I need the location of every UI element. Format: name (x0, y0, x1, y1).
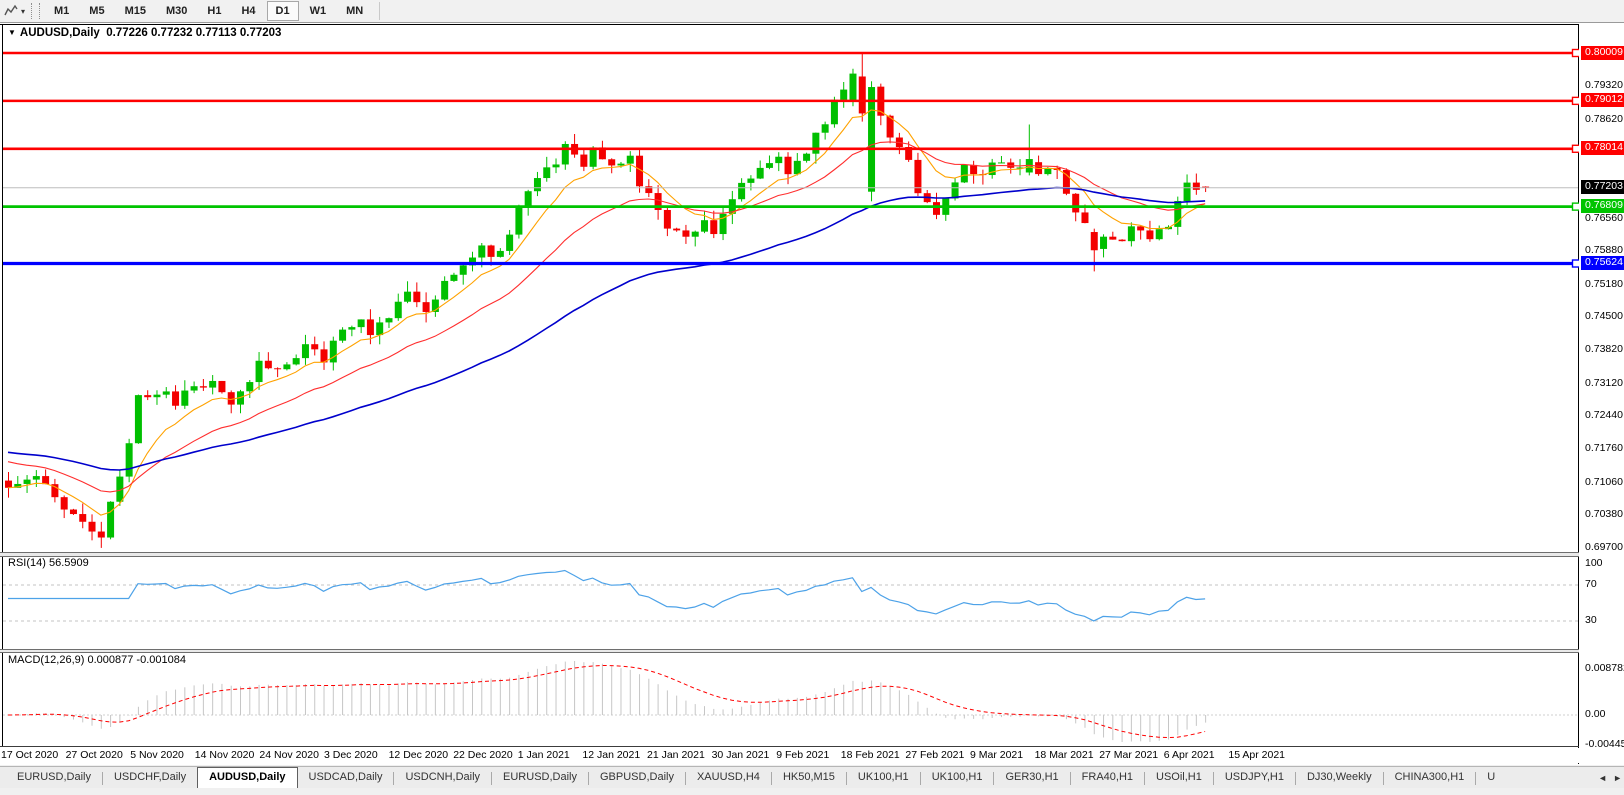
price-tick-label: 0.78620 (1585, 113, 1623, 126)
tab-overflow-partial[interactable]: U (1476, 767, 1495, 789)
tab-usdcad-daily[interactable]: USDCAD,Daily (298, 767, 394, 789)
price-tick-label: 0.71760 (1585, 442, 1623, 455)
tab-fra40-h1[interactable]: FRA40,H1 (1071, 767, 1144, 789)
date-label: 12 Dec 2020 (389, 749, 449, 761)
date-label: 9 Mar 2021 (970, 749, 1023, 761)
tab-hk50-m15[interactable]: HK50,M15 (772, 767, 846, 789)
tab-xauusd-h4[interactable]: XAUUSD,H4 (686, 767, 771, 789)
date-label: 6 Apr 2021 (1164, 749, 1215, 761)
chart-dropdown-icon[interactable]: ▼ (8, 28, 16, 37)
tab-dj30-weekly[interactable]: DJ30,Weekly (1296, 767, 1383, 789)
date-label: 14 Nov 2020 (195, 749, 255, 761)
timeframe-button-m15[interactable]: M15 (116, 1, 155, 21)
status-strip (0, 788, 1624, 795)
chart-plot-area[interactable] (3, 25, 1578, 769)
price-tick-label: 0.69700 (1585, 541, 1623, 554)
price-badge-resistance-line-price: 0.80009 (1581, 46, 1624, 60)
price-badge-current-price: 0.77203 (1581, 180, 1624, 194)
date-label: 18 Mar 2021 (1035, 749, 1094, 761)
chart-period-icon (3, 4, 19, 18)
tab-gbpusd-daily[interactable]: GBPUSD,Daily (589, 767, 685, 789)
main-toolbar: ▾ M1M5M15M30H1H4D1W1MN (0, 0, 1624, 23)
chart-window: ▼ AUDUSD,Daily 0.77226 0.77232 0.77113 0.… (0, 23, 1624, 765)
timeframe-button-m5[interactable]: M5 (80, 1, 113, 21)
timeframe-button-m30[interactable]: M30 (157, 1, 196, 21)
toolbar-separator (379, 2, 380, 20)
macd-scale-label: 0.00 (1585, 708, 1605, 721)
rsi-scale-label: 70 (1585, 578, 1597, 591)
price-tick-label: 0.75180 (1585, 278, 1623, 291)
date-label: 27 Feb 2021 (905, 749, 964, 761)
tab-scroll-right-icon[interactable]: ► (1613, 773, 1622, 783)
tab-eurusd-daily[interactable]: EURUSD,Daily (492, 767, 588, 789)
price-badge-support-line-price: 0.75624 (1581, 256, 1624, 270)
price-tick-label: 0.76560 (1585, 212, 1623, 225)
price-tick-label: 0.72440 (1585, 409, 1623, 422)
date-label: 3 Dec 2020 (324, 749, 378, 761)
price-badge-resistance-line-price: 0.78014 (1581, 141, 1624, 155)
date-label: 24 Nov 2020 (259, 749, 319, 761)
tab-china300-h1[interactable]: CHINA300,H1 (1384, 767, 1476, 789)
chart-ohlc-values: 0.77226 0.77232 0.77113 0.77203 (106, 27, 281, 39)
rsi-scale-label: 30 (1585, 614, 1597, 627)
rsi-scale-label: 100 (1585, 557, 1603, 570)
tab-usdchf-daily[interactable]: USDCHF,Daily (103, 767, 197, 789)
price-tick-label: 0.79320 (1585, 79, 1623, 92)
date-label: 22 Dec 2020 (453, 749, 513, 761)
date-label: 27 Oct 2020 (66, 749, 123, 761)
price-badge-resistance-line-price: 0.79012 (1581, 93, 1624, 107)
time-axis[interactable]: 17 Oct 2020 27 Oct 2020 5 Nov 2020 14 Nov 2… (0, 747, 1578, 764)
timeframe-button-mn[interactable]: MN (337, 1, 372, 21)
tab-audusd-daily[interactable]: AUDUSD,Daily (197, 767, 297, 789)
chart-symbol-label: AUDUSD,Daily (20, 27, 100, 39)
macd-indicator-label: MACD(12,26,9) 0.000877 -0.001084 (8, 654, 186, 666)
date-label: 27 Mar 2021 (1099, 749, 1158, 761)
tab-eurusd-daily[interactable]: EURUSD,Daily (6, 767, 102, 789)
date-label: 17 Oct 2020 (1, 749, 58, 761)
tab-ger30-h1[interactable]: GER30,H1 (994, 767, 1069, 789)
tab-usdjpy-h1[interactable]: USDJPY,H1 (1214, 767, 1295, 789)
timeframe-button-d1[interactable]: D1 (267, 1, 299, 21)
date-label: 9 Feb 2021 (776, 749, 829, 761)
tab-uk100-h1[interactable]: UK100,H1 (921, 767, 994, 789)
period-selector-button[interactable]: ▾ (0, 1, 29, 21)
date-label: 1 Jan 2021 (518, 749, 570, 761)
price-tick-label: 0.73120 (1585, 377, 1623, 390)
price-axis[interactable]: 0.793200.786200.779400.765600.758800.751… (1579, 24, 1624, 765)
date-label: 18 Feb 2021 (841, 749, 900, 761)
tab-scroll-buttons: ◄ ► (1594, 767, 1622, 788)
price-tick-label: 0.71060 (1585, 476, 1623, 489)
price-tick-label: 0.70380 (1585, 508, 1623, 521)
date-label: 21 Jan 2021 (647, 749, 705, 761)
price-badge-support-line-price: 0.76809 (1581, 199, 1624, 213)
chevron-down-icon: ▾ (21, 7, 25, 16)
price-tick-label: 0.73820 (1585, 343, 1623, 356)
chart-tabbar: EURUSD,DailyUSDCHF,DailyAUDUSD,DailyUSDC… (0, 766, 1624, 789)
chart-title: ▼ AUDUSD,Daily 0.77226 0.77232 0.77113 0.… (8, 27, 281, 39)
price-tick-label: 0.74500 (1585, 310, 1623, 323)
date-label: 5 Nov 2020 (130, 749, 184, 761)
timeframe-buttons: M1M5M15M30H1H4D1W1MN (44, 1, 373, 21)
tab-usoil-h1[interactable]: USOil,H1 (1145, 767, 1213, 789)
date-label: 30 Jan 2021 (712, 749, 770, 761)
tab-usdcnh-daily[interactable]: USDCNH,Daily (394, 767, 491, 789)
macd-scale-label: 0.008782 (1585, 662, 1624, 675)
tab-scroll-left-icon[interactable]: ◄ (1598, 773, 1607, 783)
rsi-indicator-label: RSI(14) 56.5909 (8, 557, 89, 569)
date-label: 12 Jan 2021 (582, 749, 640, 761)
timeframe-button-h1[interactable]: H1 (198, 1, 230, 21)
timeframe-button-m1[interactable]: M1 (45, 1, 78, 21)
chart-tabs: EURUSD,DailyUSDCHF,DailyAUDUSD,DailyUSDC… (6, 767, 1495, 789)
tab-uk100-h1[interactable]: UK100,H1 (847, 767, 920, 789)
timeframe-button-w1[interactable]: W1 (301, 1, 336, 21)
toolbar-grip[interactable] (31, 3, 40, 19)
date-label: 15 Apr 2021 (1228, 749, 1285, 761)
macd-scale-label: -0.004451 (1585, 738, 1624, 751)
timeframe-button-h4[interactable]: H4 (232, 1, 264, 21)
